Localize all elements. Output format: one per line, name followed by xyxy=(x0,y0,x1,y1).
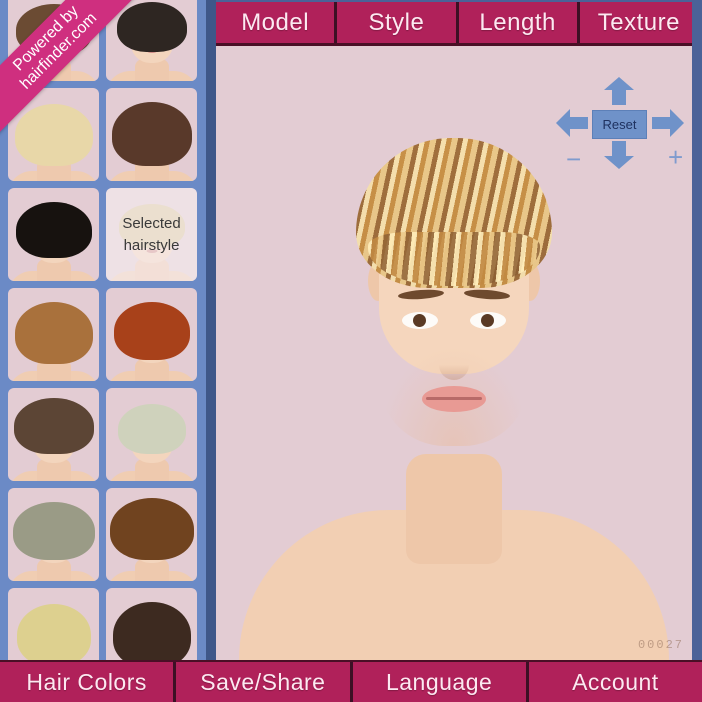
thumbnail-hairstyle xyxy=(116,2,187,52)
hairstyle-thumbnail[interactable] xyxy=(106,288,197,381)
selected-hairstyle-line-1: Selected xyxy=(122,214,181,232)
hair-position-nav-pad: Reset − + xyxy=(549,76,689,180)
move-left-button[interactable] xyxy=(555,108,589,138)
tab-texture[interactable]: Texture xyxy=(579,2,698,43)
stage-right-border xyxy=(692,0,702,660)
hairstyle-thumbnail[interactable] xyxy=(106,488,197,581)
thumbnail-hairstyle xyxy=(12,502,95,560)
hairstyle-thumbnail[interactable] xyxy=(106,588,197,660)
model-eye-left xyxy=(402,312,438,329)
tab-model-label: Model xyxy=(241,8,310,36)
tab-model[interactable]: Model xyxy=(216,2,335,43)
model-eye-right xyxy=(470,312,506,329)
hairstyle-thumbnail[interactable] xyxy=(106,388,197,481)
thumbnail-hairstyle xyxy=(14,104,93,166)
arrow-left-icon xyxy=(555,108,589,138)
hair-colors-label: Hair Colors xyxy=(26,668,147,695)
tab-texture-label: Texture xyxy=(597,8,680,36)
tab-style[interactable]: Style xyxy=(337,2,456,43)
hairstyle-app: Selected hairstyle Model Style Length Tex… xyxy=(0,0,702,702)
thumbnail-hairstyle xyxy=(112,602,191,660)
save-share-label: Save/Share xyxy=(200,668,326,695)
arrow-right-icon xyxy=(651,108,685,138)
thumbnail-hairstyle xyxy=(117,404,186,454)
bottom-button-bar: Hair Colors Save/Share Language Account xyxy=(0,660,702,702)
tab-length[interactable]: Length xyxy=(458,2,577,43)
hairstyle-thumbnail[interactable] xyxy=(8,288,99,381)
thumbnail-hairstyle xyxy=(113,302,190,360)
move-down-button[interactable] xyxy=(603,140,635,170)
hairstyle-thumbnail-grid: Selected hairstyle xyxy=(8,0,204,660)
hairstyle-thumbnail[interactable] xyxy=(8,588,99,660)
language-button[interactable]: Language xyxy=(352,662,526,702)
selected-hairstyle-label: Selected hairstyle xyxy=(106,188,197,281)
hairstyle-thumbnail[interactable] xyxy=(8,388,99,481)
reset-button-label: Reset xyxy=(602,117,637,132)
thumbnail-hairstyle xyxy=(13,398,94,454)
model-nose xyxy=(439,346,469,380)
hairstyle-thumbnail[interactable] xyxy=(8,488,99,581)
thumbnail-hairstyle xyxy=(15,202,92,258)
hair-colors-button[interactable]: Hair Colors xyxy=(0,662,174,702)
image-number-watermark: 00027 xyxy=(637,638,684,652)
arrow-up-icon xyxy=(603,76,635,106)
tab-style-label: Style xyxy=(368,8,425,36)
hairstyle-thumbnail[interactable] xyxy=(106,0,197,81)
move-up-button[interactable] xyxy=(603,76,635,106)
thumbnail-hairstyle xyxy=(111,102,192,166)
hairstyle-thumbnail-selected[interactable]: Selected hairstyle xyxy=(106,188,197,281)
model-neck xyxy=(406,454,502,564)
sidebar-stage-divider xyxy=(206,0,216,660)
reset-button[interactable]: Reset xyxy=(592,110,647,139)
thumbnail-hairstyle xyxy=(16,604,91,660)
language-label: Language xyxy=(385,668,493,695)
move-right-button[interactable] xyxy=(651,108,685,138)
zoom-out-button[interactable]: − xyxy=(566,146,581,172)
thumbnail-hairstyle xyxy=(14,302,93,364)
arrow-down-icon xyxy=(603,140,635,170)
selected-hairstyle-line-2: hairstyle xyxy=(123,236,180,254)
zoom-in-button[interactable]: + xyxy=(668,144,683,170)
hairstyle-thumbnail[interactable] xyxy=(8,188,99,281)
account-button[interactable]: Account xyxy=(528,662,702,702)
save-share-button[interactable]: Save/Share xyxy=(176,662,350,702)
hairstyle-thumbnail[interactable] xyxy=(106,88,197,181)
top-tab-bar: Model Style Length Texture xyxy=(216,2,698,46)
account-label: Account xyxy=(572,668,659,695)
model-lips xyxy=(422,386,486,412)
thumbnail-hairstyle xyxy=(109,498,194,560)
tab-length-label: Length xyxy=(479,8,556,36)
